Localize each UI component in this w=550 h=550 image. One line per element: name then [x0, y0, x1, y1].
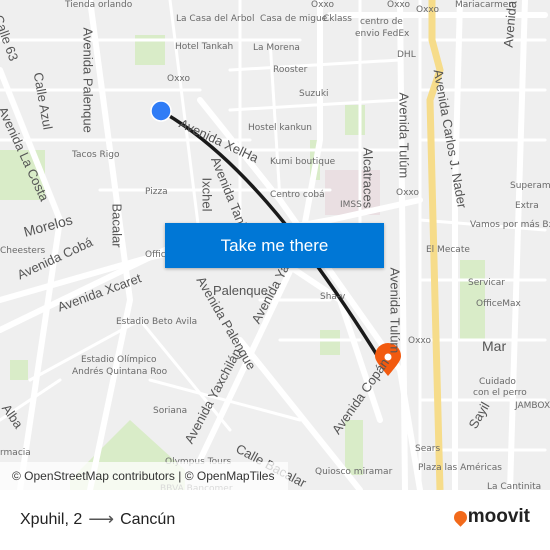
poi-label: Centro cobá	[270, 190, 325, 200]
moovit-pin-icon	[451, 507, 470, 527]
poi-label: OfficeMax	[476, 299, 521, 309]
road-label: Ixchel	[199, 177, 215, 212]
poi-label: Hostel kankun	[248, 123, 313, 133]
poi-label: Andrés Quintana Roo	[72, 367, 168, 377]
poi-label: Kumi boutique	[270, 157, 336, 167]
poi-label: La Cantinita	[487, 482, 542, 490]
poi-label: Oxxo	[416, 5, 439, 15]
poi-label: IMSS	[340, 200, 362, 210]
poi-label: envio FedEx	[355, 29, 410, 39]
poi-label: Tacos Rigo	[72, 150, 120, 160]
poi-label: Estadio Olímpico	[81, 355, 157, 365]
poi-label: Oxxo	[408, 336, 431, 346]
poi-label: Cuidado	[479, 377, 516, 387]
road-label: Mar	[482, 338, 507, 354]
poi-label: rmacia	[0, 448, 31, 458]
arrow-right-icon: ⟶	[88, 509, 115, 529]
poi-label: Pizza	[145, 187, 168, 197]
poi-label: Cklass	[323, 14, 352, 24]
origin-marker-icon[interactable]	[150, 100, 172, 122]
poi-label: Vamos por más Bx+	[470, 220, 550, 230]
poi-label: Hotel Tankah	[175, 42, 234, 52]
poi-label: Oxxo	[311, 0, 334, 10]
poi-label: Casa de migue	[260, 14, 328, 24]
poi-label: Oxxo	[387, 0, 410, 10]
poi-label: Oxxo	[396, 188, 419, 198]
poi-label: Plaza las Américas	[418, 463, 502, 473]
poi-label: Superama	[510, 181, 550, 191]
poi-label: Offic	[145, 250, 166, 260]
poi-label: con el perro	[473, 388, 527, 398]
footer-bar: Xpuhil, 2 ⟶ Cancún moovit	[0, 490, 550, 550]
poi-label: El Mecate	[426, 245, 470, 255]
poi-label: Oxxo	[167, 74, 190, 84]
poi-label: Cheesters	[0, 246, 46, 256]
origin-name: Xpuhil, 2	[20, 510, 83, 528]
moovit-logo[interactable]: moovit	[451, 506, 530, 528]
road-label: Avenida Tulúm	[396, 92, 412, 179]
poi-label: Soriana	[153, 406, 188, 416]
poi-label: Tienda orlando	[65, 0, 133, 10]
poi-label: Estadio Beto Avila	[116, 317, 198, 327]
road-label: Bacalar	[109, 203, 125, 248]
poi-label: Servicar	[468, 278, 505, 288]
map-attribution[interactable]: © OpenStreetMap contributors | © OpenMap…	[0, 462, 288, 490]
poi-label: Rooster	[273, 65, 308, 75]
poi-label: JAMBOX	[515, 401, 550, 411]
poi-label: La Morena	[253, 43, 300, 53]
poi-label: Sha-v	[320, 292, 346, 302]
poi-label: La Casa del Arbol	[176, 14, 255, 24]
take-me-there-button[interactable]: Take me there	[165, 223, 384, 268]
poi-label: Extra	[515, 201, 539, 211]
road-label: Avenida Tulúm	[387, 267, 403, 354]
poi-label: DHL	[397, 50, 416, 60]
map[interactable]: Tienda orlando La Casa del Arbol Casa de m…	[0, 0, 550, 490]
route-summary: Xpuhil, 2 ⟶ Cancún	[20, 509, 175, 530]
poi-label: Sears	[415, 444, 441, 454]
moovit-wordmark: moovit	[467, 506, 530, 527]
poi-label: Quiosco miramar	[315, 467, 393, 477]
poi-label: centro de	[360, 17, 403, 27]
road-label: Avenida Palenque	[80, 27, 96, 133]
poi-label: Suzuki	[299, 89, 329, 99]
destination-name: Cancún	[120, 510, 176, 528]
road-label: Alcatraces	[360, 147, 376, 209]
